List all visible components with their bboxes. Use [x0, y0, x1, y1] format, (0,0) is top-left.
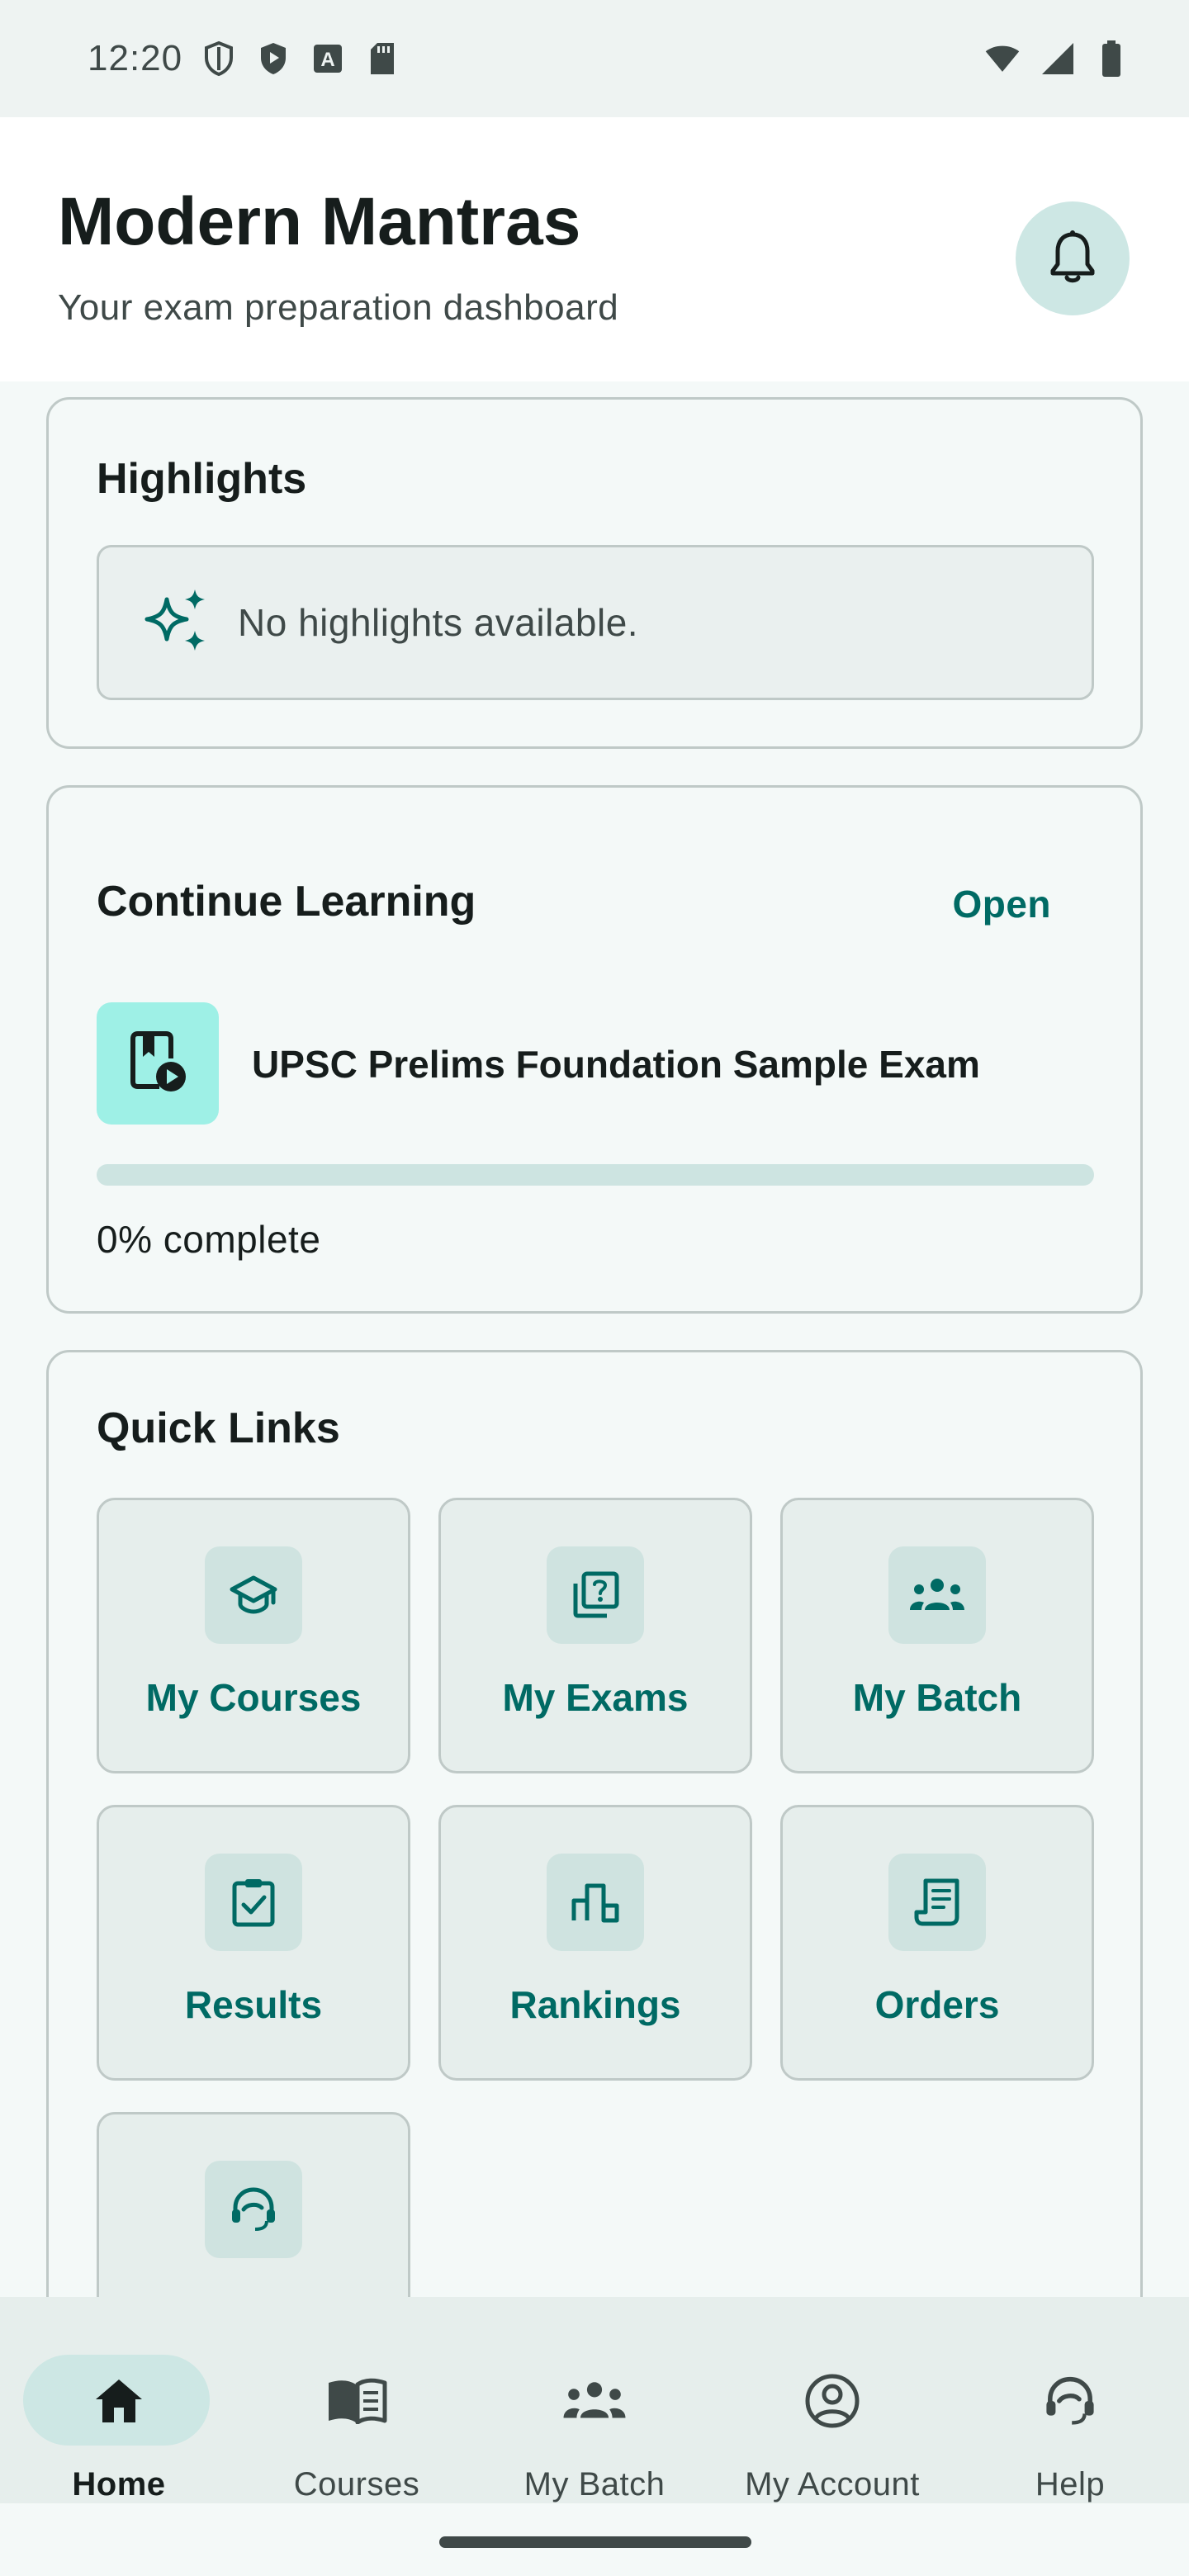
quick-link-label: My Exams	[502, 1676, 689, 1719]
continue-learning-card: Continue Learning Open UPSC Prelims Foun…	[46, 785, 1143, 1314]
wifi-icon	[984, 40, 1021, 77]
play-shield-icon	[255, 40, 291, 77]
nav-my-account[interactable]: My Account	[713, 2322, 951, 2503]
highlights-empty-state: No highlights available.	[97, 545, 1094, 700]
open-button[interactable]: Open	[952, 882, 1051, 926]
bottom-navigation: Home Courses My Batch My Account Help	[0, 2297, 1189, 2503]
battery-icon	[1093, 40, 1130, 77]
home-icon	[86, 2371, 152, 2431]
notifications-button[interactable]	[1016, 201, 1130, 315]
continue-learning-title: Continue Learning	[97, 878, 476, 926]
quick-links-title: Quick Links	[97, 1404, 340, 1452]
course-name[interactable]: UPSC Prelims Foundation Sample Exam	[252, 1042, 980, 1087]
quiz-icon	[547, 1546, 644, 1644]
account-circle-icon	[799, 2371, 865, 2431]
svg-text:A: A	[320, 49, 334, 71]
nav-label: My Account	[745, 2466, 920, 2503]
app-header: Modern Mantras Your exam preparation das…	[0, 117, 1189, 381]
nav-label: Help	[1035, 2466, 1106, 2503]
quick-link-label: My Courses	[145, 1676, 362, 1719]
status-bar: 12:20 A	[0, 0, 1189, 117]
quick-link-orders[interactable]: Orders	[780, 1805, 1094, 2081]
highlights-title: Highlights	[97, 455, 307, 503]
quick-link-rankings[interactable]: Rankings	[438, 1805, 752, 2081]
group-icon	[888, 1546, 986, 1644]
quick-link-my-exams[interactable]: My Exams	[438, 1498, 752, 1773]
quick-link-label: My Batch	[852, 1676, 1022, 1719]
highlights-card: Highlights No highlights available.	[46, 397, 1143, 749]
status-time: 12:20	[88, 38, 183, 78]
nav-label: Home	[72, 2466, 166, 2503]
headset-icon	[1037, 2371, 1103, 2431]
gesture-area	[0, 2503, 1189, 2576]
shield-outline-icon	[201, 40, 237, 77]
quick-link-my-courses[interactable]: My Courses	[97, 1498, 410, 1773]
font-a-icon: A	[310, 40, 346, 77]
quick-link-label: Results	[184, 1983, 323, 2026]
nav-label: Courses	[293, 2466, 420, 2503]
progress-text: 0% complete	[97, 1218, 321, 1261]
page-subtitle: Your exam preparation dashboard	[58, 287, 619, 328]
sparkles-icon	[142, 588, 211, 658]
quick-link-my-batch[interactable]: My Batch	[780, 1498, 1094, 1773]
headset-icon	[205, 2161, 302, 2258]
status-left: 12:20 A	[88, 38, 400, 79]
book-play-icon	[126, 1029, 189, 1099]
sd-card-icon	[364, 40, 400, 77]
page-title: Modern Mantras	[58, 184, 581, 259]
nav-label: My Batch	[523, 2466, 666, 2503]
course-progress-bar	[97, 1164, 1094, 1186]
leaderboard-icon	[547, 1854, 644, 1951]
highlights-empty-text: No highlights available.	[238, 601, 639, 644]
status-right	[984, 40, 1130, 77]
bell-icon	[1048, 230, 1097, 288]
open-book-icon	[324, 2371, 390, 2431]
quick-link-label: Rankings	[509, 1983, 681, 2026]
nav-my-batch[interactable]: My Batch	[476, 2322, 713, 2503]
group-icon	[561, 2371, 628, 2431]
receipt-icon	[888, 1854, 986, 1951]
signal-icon	[1039, 40, 1075, 77]
quick-link-label: Orders	[874, 1983, 1000, 2026]
quick-links-card: Quick Links My Courses My Exams My Batch…	[46, 1350, 1143, 2388]
quick-link-results[interactable]: Results	[97, 1805, 410, 2081]
graduation-cap-icon	[205, 1546, 302, 1644]
course-thumbnail[interactable]	[97, 1002, 219, 1125]
gesture-handle[interactable]	[439, 2536, 751, 2548]
nav-courses[interactable]: Courses	[238, 2322, 476, 2503]
nav-home[interactable]: Home	[0, 2322, 238, 2503]
clipboard-check-icon	[205, 1854, 302, 1951]
nav-help[interactable]: Help	[951, 2322, 1189, 2503]
